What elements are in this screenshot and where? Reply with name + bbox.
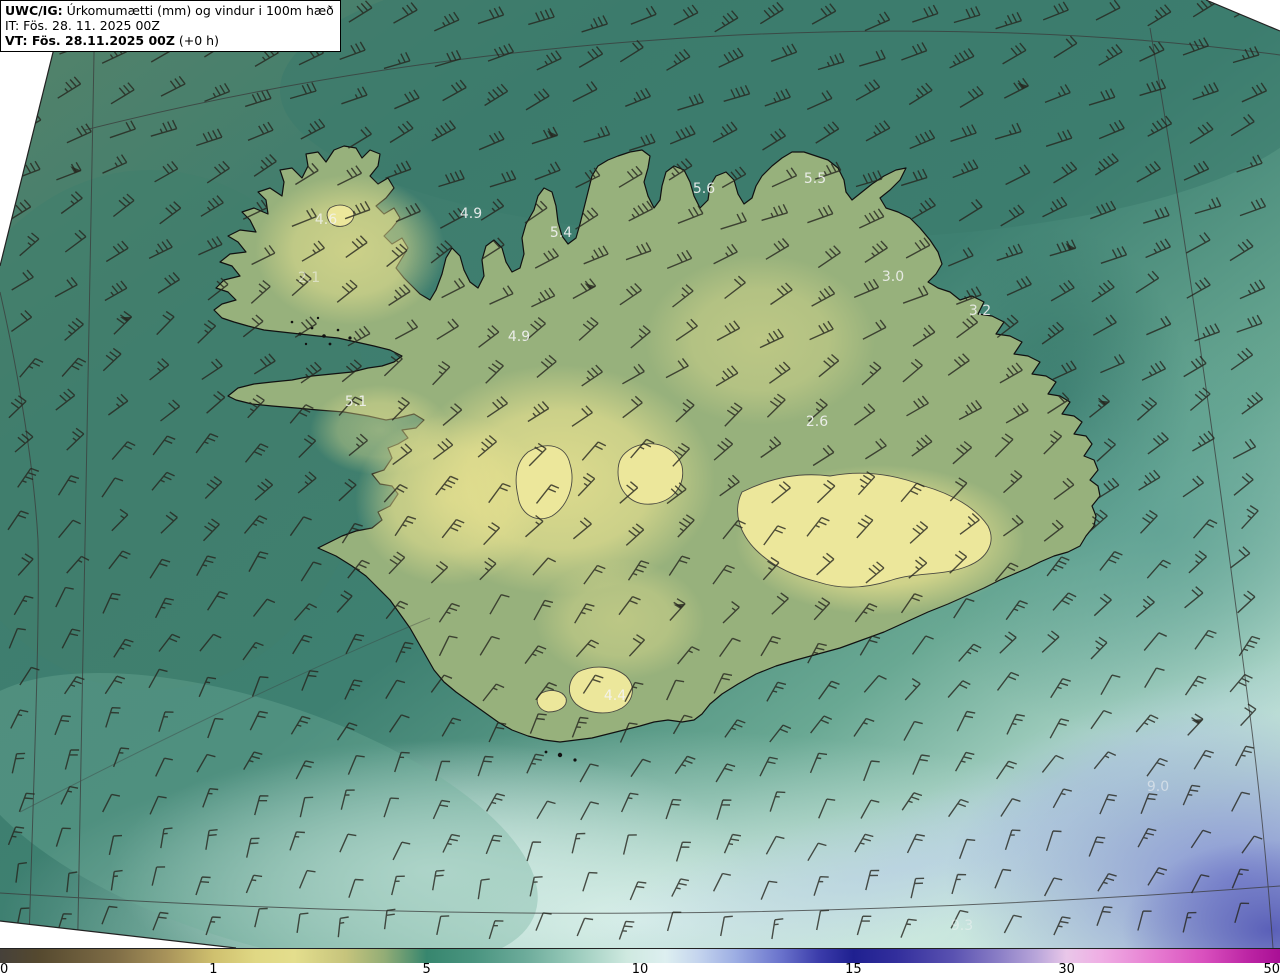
colorbar-tick: 0 (0, 962, 9, 977)
station-value: 5.5 (804, 171, 826, 187)
legend-init-time: IT: Fös. 28. 11. 2025 00Z (5, 18, 160, 33)
colorbar-tick: 30 (1058, 962, 1075, 977)
station-value: 2.1 (298, 270, 320, 286)
weather-map: 4.6 2.1 4.9 5.4 4.9 5.6 5.5 3.0 3.2 5.1 2.6 4.4 9.0 9… (0, 0, 1280, 948)
colorbar-tick: 5 (422, 962, 431, 977)
legend-valid-time: VT: Fös. 28.11.2025 00Z (+0 h) (5, 33, 219, 48)
station-value: 4.4 (604, 688, 626, 704)
glacier-hofsjokull (617, 443, 684, 505)
station-value: 3.0 (882, 269, 904, 285)
station-value: 9.0 (1147, 779, 1169, 795)
station-value: 2.6 (806, 414, 828, 430)
station-value: 9.3 (951, 918, 973, 934)
colorbar-tick: 1 (209, 962, 218, 977)
weather-map-frame: 4.6 2.1 4.9 5.4 4.9 5.6 5.5 3.0 3.2 5.1 2.6 4.4 9.0 9… (0, 0, 1280, 978)
colorbar-tick: 15 (845, 962, 862, 977)
legend-product-id: UWC/IG: (5, 3, 63, 18)
colorbar-tick: 10 (631, 962, 649, 977)
station-value: 5.1 (345, 394, 367, 410)
station-value: 5.6 (693, 181, 715, 197)
legend-box: UWC/IG: Úrkomumætti (mm) og vindur i 100… (0, 0, 341, 52)
colorbar-tick: 50 (1263, 962, 1280, 977)
station-value: 3.2 (969, 303, 991, 319)
legend-product-line: UWC/IG: Úrkomumætti (mm) og vindur i 100… (5, 3, 334, 18)
colorbar-labels: 0 1 5 10 15 30 50 (0, 962, 1280, 978)
station-value: 4.6 (315, 212, 337, 228)
station-value: 5.4 (550, 225, 572, 241)
station-value: 4.9 (460, 206, 482, 222)
station-value: 4.9 (508, 329, 530, 345)
glacier-eyjafjallajokull (536, 690, 567, 713)
